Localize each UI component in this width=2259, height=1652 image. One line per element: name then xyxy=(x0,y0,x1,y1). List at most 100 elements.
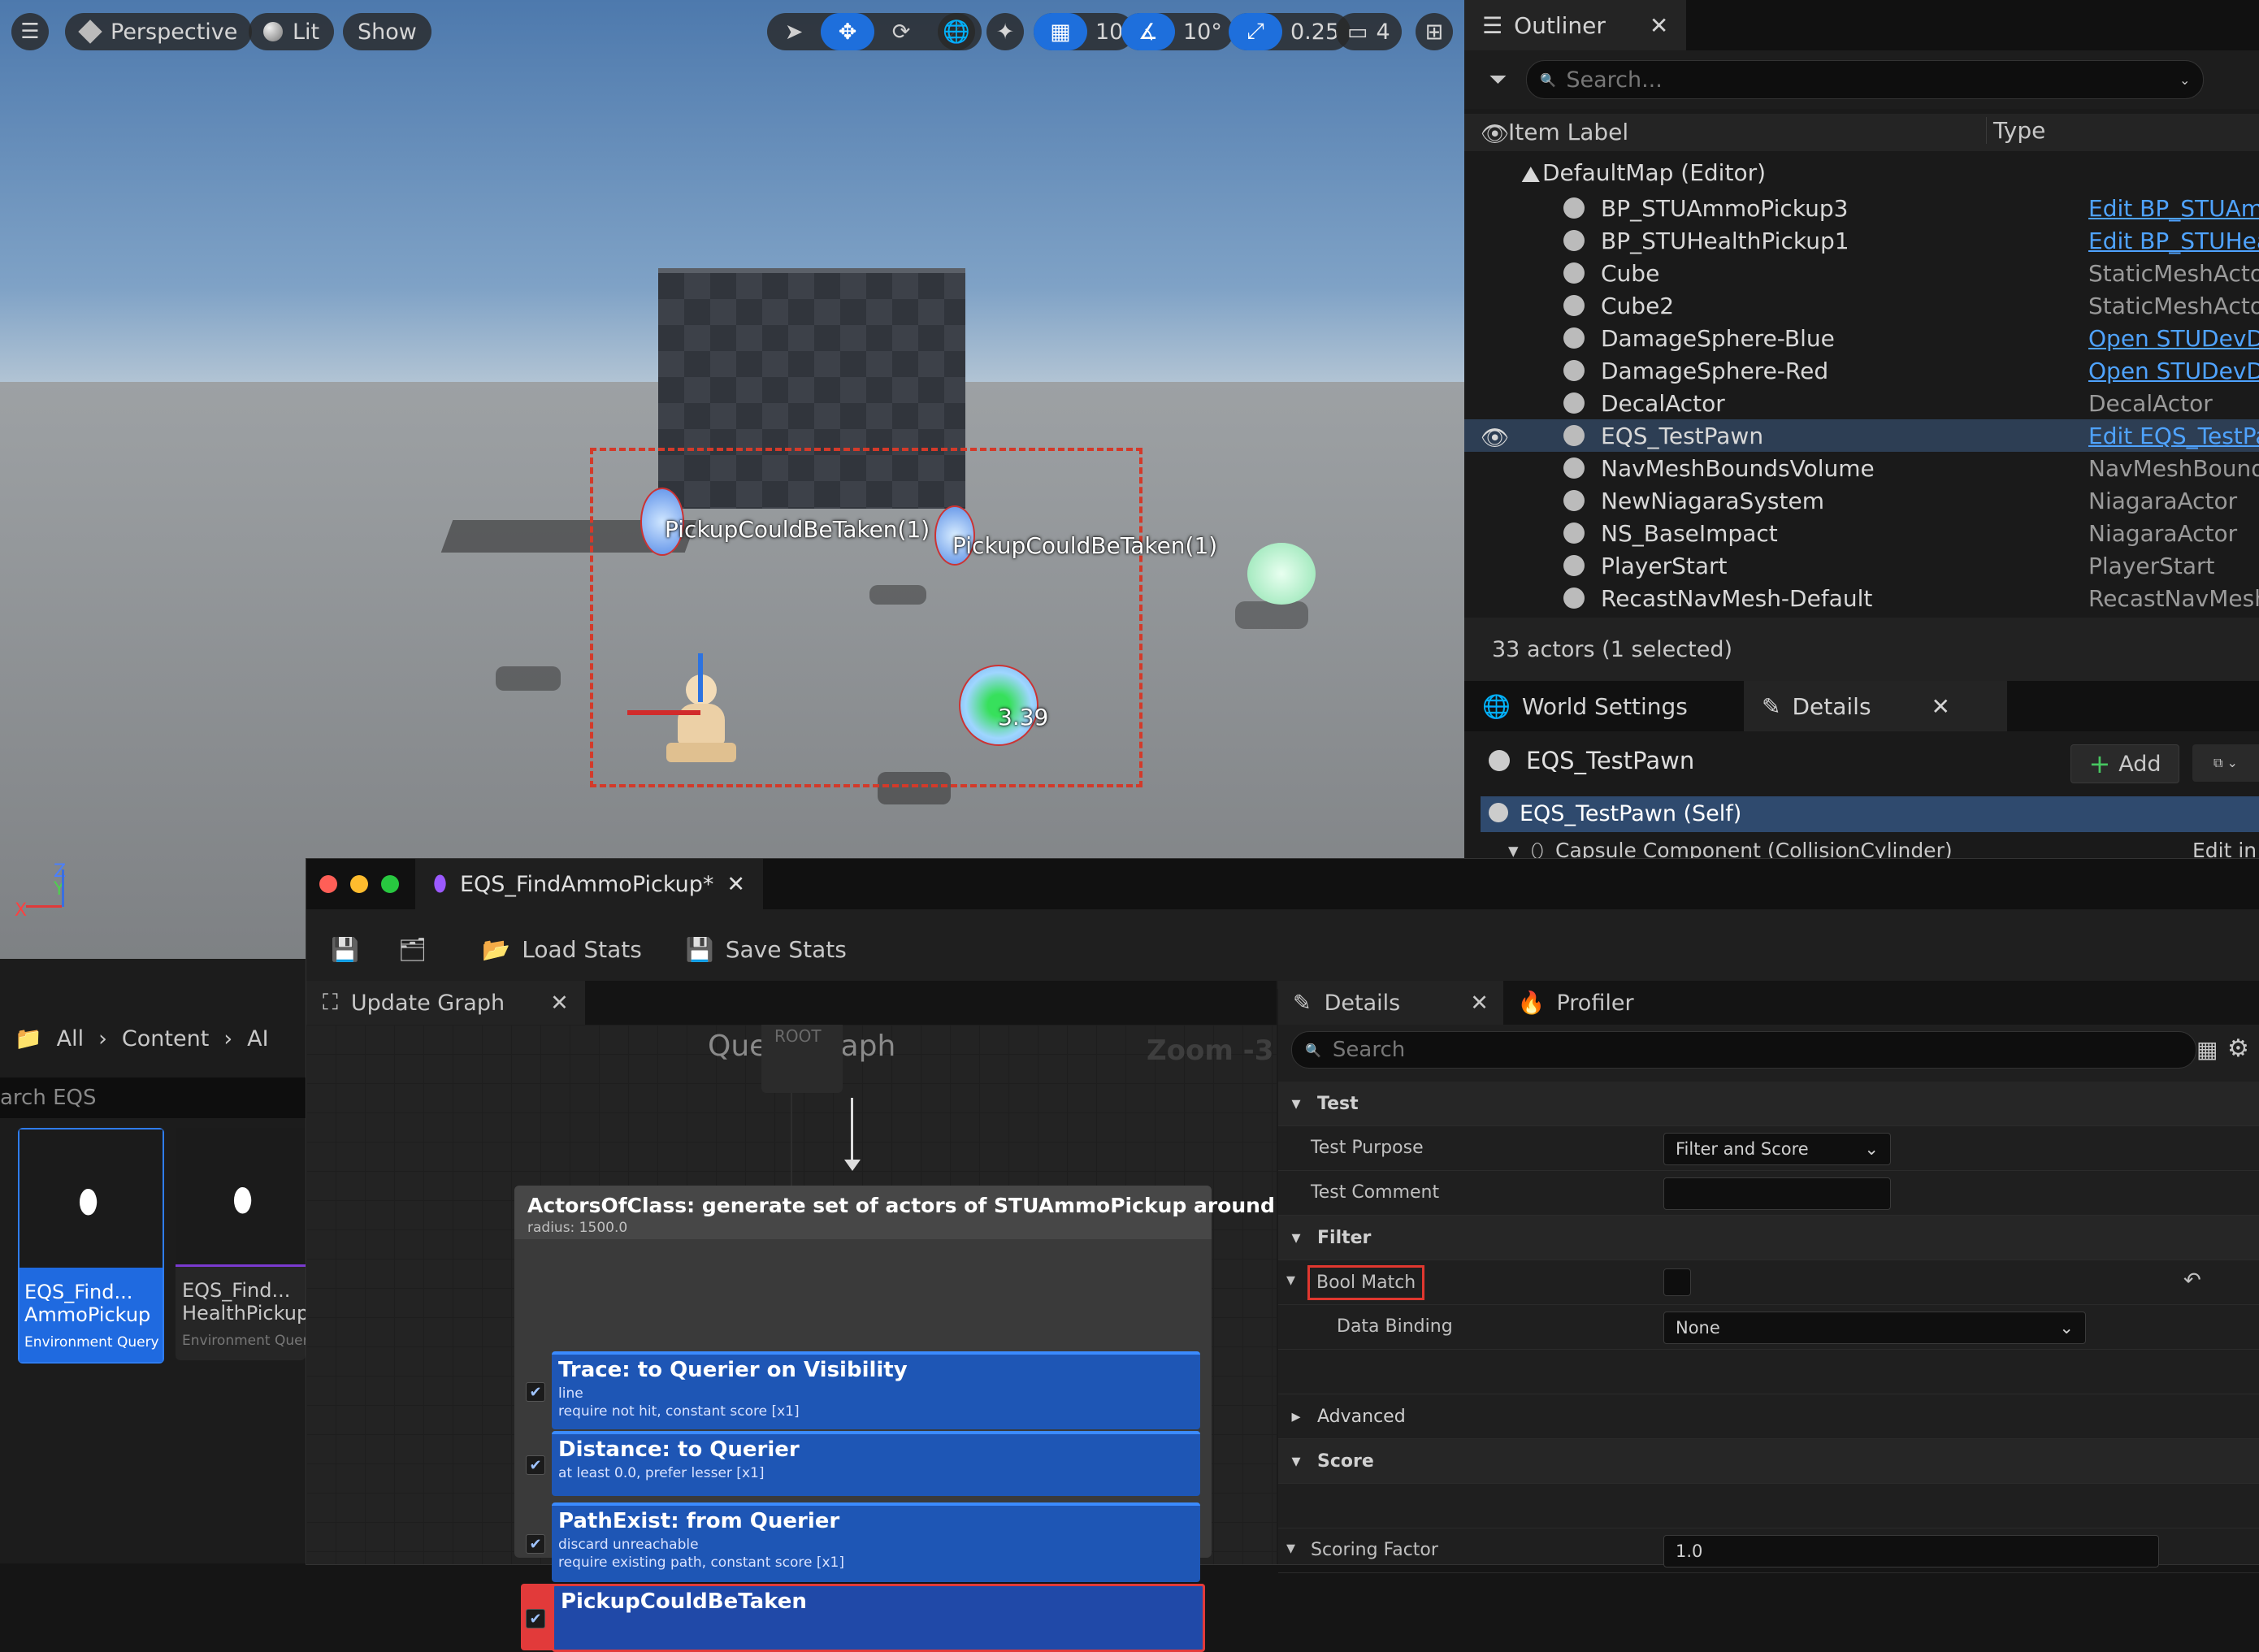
outliner-row[interactable]: Cube StaticMeshActor xyxy=(1464,257,2259,289)
details-search-input[interactable]: 🔍 Search xyxy=(1291,1031,2196,1069)
outliner-row-type[interactable]: Edit BP_STUAmm xyxy=(2088,195,2259,222)
tab-outliner[interactable]: ☰ Outliner ✕ xyxy=(1464,0,1687,50)
tab-world-settings[interactable]: 🌐 World Settings xyxy=(1464,681,1744,731)
close-icon[interactable]: ✕ xyxy=(726,872,745,897)
tab-eqs-asset[interactable]: ⬮ EQS_FindAmmoPickup* ✕ xyxy=(415,859,764,909)
query-graph-canvas[interactable]: Query Graph Zoom -3 ROOT ActorsOfClass: … xyxy=(306,1025,1368,1652)
browse-icon[interactable]: 🗂 xyxy=(398,936,427,963)
camera-speed-button[interactable]: ▭ 4 xyxy=(1336,13,1402,50)
perspective-button[interactable]: Perspective xyxy=(65,13,253,50)
outliner-row[interactable]: DamageSphere-Blue Open STUDevDar xyxy=(1464,322,2259,354)
outliner-search-input[interactable]: 🔍 Search... ⌄ xyxy=(1526,60,2205,99)
outliner-row[interactable]: NewNiagaraSystem NiagaraActor xyxy=(1464,484,2259,517)
surface-snap-button[interactable]: ✦ xyxy=(986,13,1024,50)
breadcrumb-ai[interactable]: AI xyxy=(247,1026,268,1051)
outliner-row[interactable]: Cube2 StaticMeshActor xyxy=(1464,289,2259,322)
save-icon[interactable]: 💾 xyxy=(331,936,359,963)
test-node-body[interactable]: PathExist: from Querier discard unreachab… xyxy=(552,1502,1200,1582)
tab-update-graph[interactable]: ⛶ Update Graph ✕ xyxy=(306,981,585,1025)
show-button[interactable]: Show xyxy=(343,13,431,50)
column-type[interactable]: Type xyxy=(1986,117,2045,144)
outliner-row-type[interactable]: Edit EQS_TestPa xyxy=(2088,423,2259,449)
eye-icon[interactable]: 👁 xyxy=(1481,120,1510,147)
collapse-arrow-icon[interactable]: ▾ xyxy=(1286,1538,1295,1559)
close-icon[interactable]: ✕ xyxy=(1470,991,1489,1016)
breadcrumb-content[interactable]: Content xyxy=(122,1026,209,1051)
lit-button[interactable]: Lit xyxy=(249,13,335,50)
content-search-input[interactable]: arch EQS xyxy=(0,1077,306,1118)
level-viewport[interactable]: PickupCouldBeTaken(1) PickupCouldBeTaken… xyxy=(0,0,1464,959)
health-pickup-orb[interactable] xyxy=(1247,543,1316,605)
outliner-row-type[interactable]: Edit BP_STUHeal xyxy=(2088,228,2259,254)
maximize-window-button[interactable] xyxy=(381,875,399,893)
close-icon[interactable]: ✕ xyxy=(1650,12,1668,39)
rotation-snap-button[interactable]: ∡ 10° xyxy=(1121,13,1234,50)
asset-eqs-health[interactable]: ⬮ EQS_Find... HealthPickup Environment Q… xyxy=(176,1128,309,1360)
asset-eqs-ammo[interactable]: ⬮ EQS_Find... AmmoPickup Environment Que… xyxy=(18,1128,164,1364)
eye-icon[interactable]: 👁 xyxy=(1481,424,1510,451)
outliner-row[interactable]: BP_STUHealthPickup1 Edit BP_STUHeal xyxy=(1464,224,2259,257)
test-enabled-checkbox[interactable]: ✔ xyxy=(526,1534,545,1554)
filter-icon[interactable]: ⏷ xyxy=(1489,66,1507,93)
blueprint-options-button[interactable]: ⧉ ⌄ xyxy=(2192,744,2259,782)
rotate-tool-icon[interactable]: ⟳ xyxy=(874,13,928,50)
scale-snap-button[interactable]: ⤢ 0.25 xyxy=(1229,13,1351,50)
outliner-row-type[interactable]: Open STUDevDar xyxy=(2088,325,2259,352)
outliner-root-row[interactable]: ⛰ DefaultMap (Editor) xyxy=(1464,156,2259,189)
section-advanced[interactable]: ▸ Advanced xyxy=(1278,1394,2259,1439)
save-stats-button[interactable]: 💾 Save Stats xyxy=(686,936,847,963)
test-node-body[interactable]: Trace: to Querier on Visibility line requi… xyxy=(552,1351,1200,1429)
outliner-row[interactable]: NS_BaseImpact NiagaraActor xyxy=(1464,517,2259,549)
outliner-row[interactable]: DecalActor DecalActor xyxy=(1464,387,2259,419)
gear-icon[interactable]: ⚙ xyxy=(2227,1034,2249,1063)
test-comment-input[interactable] xyxy=(1663,1177,1891,1210)
test-purpose-dropdown[interactable]: Filter and Score ⌄ xyxy=(1663,1133,1891,1165)
table-view-icon[interactable]: ▦ xyxy=(2196,1036,2218,1063)
tab-details[interactable]: ✎ Details ✕ xyxy=(1744,681,2007,731)
viewport-menu-button[interactable]: ☰ xyxy=(11,13,49,50)
test-enabled-checkbox[interactable]: ✔ xyxy=(526,1382,545,1402)
translate-tool-icon[interactable]: ✥ xyxy=(821,13,874,50)
test-node[interactable]: ✔ PickupCouldBeTaken xyxy=(521,1584,1205,1652)
outliner-row[interactable]: DamageSphere-Red Open STUDevDar xyxy=(1464,354,2259,387)
close-window-button[interactable] xyxy=(319,875,337,893)
root-node[interactable]: ROOT xyxy=(761,1025,843,1093)
section-score[interactable]: ▾ Score xyxy=(1278,1439,2259,1484)
minimize-window-button[interactable] xyxy=(350,875,368,893)
data-binding-dropdown[interactable]: None ⌄ xyxy=(1663,1312,2086,1344)
outliner-row[interactable]: PlayerStart PlayerStart xyxy=(1464,549,2259,582)
outliner-row[interactable]: BP_STUAmmoPickup3 Edit BP_STUAmm xyxy=(1464,192,2259,224)
column-item-label[interactable]: Item Label xyxy=(1508,119,1628,145)
bool-match-checkbox[interactable] xyxy=(1663,1268,1691,1296)
layout-button[interactable]: ⊞ xyxy=(1416,13,1453,50)
test-node[interactable]: ✔ Trace: to Querier on Visibility line requ… xyxy=(521,1351,1205,1429)
test-pawn[interactable] xyxy=(627,653,741,767)
outliner-row[interactable]: 👁 EQS_TestPawn Edit EQS_TestPa xyxy=(1464,419,2259,452)
test-node[interactable]: ✔ Distance: to Querier at least 0.0, prefe… xyxy=(521,1431,1205,1496)
test-node-body[interactable]: PickupCouldBeTaken xyxy=(552,1584,1205,1652)
section-filter[interactable]: ▾ Filter xyxy=(1278,1216,2259,1260)
outliner-row[interactable]: RecastNavMesh-Default RecastNavMesh xyxy=(1464,582,2259,614)
chevron-down-icon[interactable]: ⌄ xyxy=(2179,72,2190,88)
add-component-button[interactable]: + Add xyxy=(2070,744,2179,783)
close-icon[interactable]: ✕ xyxy=(550,991,569,1016)
close-icon[interactable]: ✕ xyxy=(1932,693,1950,720)
test-node-body[interactable]: Distance: to Querier at least 0.0, prefer… xyxy=(552,1431,1200,1496)
component-self-row[interactable]: EQS_TestPawn (Self) xyxy=(1481,796,2259,832)
outliner-row-type[interactable]: Open STUDevDar xyxy=(2088,358,2259,384)
grid-snap-button[interactable]: ▦ 10 xyxy=(1034,13,1135,50)
test-enabled-checkbox[interactable]: ✔ xyxy=(526,1455,545,1475)
world-local-button[interactable]: 🌐 xyxy=(938,13,975,50)
tab-eqs-details[interactable]: ✎ Details ✕ xyxy=(1278,981,1503,1025)
collapse-arrow-icon[interactable]: ▾ xyxy=(1286,1270,1295,1290)
section-test[interactable]: ▾ Test xyxy=(1278,1082,2259,1126)
select-tool-icon[interactable]: ➤ xyxy=(767,13,821,50)
breadcrumb-all[interactable]: All xyxy=(57,1026,84,1051)
test-node[interactable]: ✔ PathExist: from Querier discard unreacha… xyxy=(521,1502,1205,1582)
outliner-row[interactable]: NavMeshBoundsVolume NavMeshBounds\ xyxy=(1464,452,2259,484)
scoring-factor-input[interactable]: 1.0 xyxy=(1663,1535,2159,1567)
tab-profiler[interactable]: 🔥 Profiler xyxy=(1503,981,1649,1025)
reset-arrow-icon[interactable]: ↶ xyxy=(2183,1268,2201,1293)
test-enabled-checkbox[interactable]: ✔ xyxy=(526,1609,545,1628)
load-stats-button[interactable]: 📂 Load Stats xyxy=(482,936,641,963)
